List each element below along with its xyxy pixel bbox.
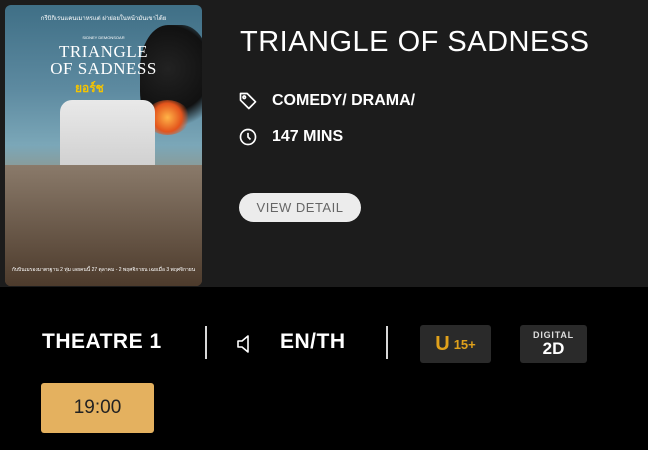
language-label: EN/TH (280, 330, 346, 353)
rating-badge: U 15+ (420, 325, 491, 363)
tag-icon (239, 92, 257, 110)
runtime-label: 147 MINS (272, 128, 344, 145)
showtime-button[interactable]: 19:00 (41, 383, 154, 433)
clock-icon (239, 128, 257, 146)
movie-card: กรีบิกิเรนแคนเมาหรแต่ ผ่าย่อยในหน้ามันเข… (0, 0, 648, 287)
divider (386, 326, 388, 359)
poster-title-line1: TRIANGLE (59, 42, 148, 61)
poster-yacht (60, 100, 155, 170)
poster-title: TRIANGLE OF SADNESS (5, 43, 202, 77)
genre-row: COMEDY/ DRAMA/ (238, 91, 415, 111)
poster-credit: SIDNEY DEMONSOAR (82, 35, 125, 40)
movie-poster[interactable]: กรีบิกิเรนแคนเมาหรแต่ ผ่าย่อยในหน้ามันเข… (5, 5, 202, 286)
genre-label: COMEDY/ DRAMA/ (272, 92, 416, 109)
format-dimension: 2D (542, 339, 565, 358)
poster-tagline: กรีบิกิเรนแคนเมาหรแต่ ผ่าย่อยในหน้ามันเข… (40, 16, 167, 22)
rating-age: 15+ (453, 336, 476, 352)
format-badge: DIGITAL 2D (520, 325, 587, 363)
poster-title-line2: OF SADNESS (50, 59, 157, 78)
runtime-row: 147 MINS (238, 127, 343, 147)
rating-letter: U (435, 332, 450, 355)
divider (205, 326, 207, 359)
theatre-label: THEATRE 1 (42, 330, 162, 353)
poster-thai-title: ยอร์ช (75, 81, 104, 95)
speaker-icon (237, 335, 249, 353)
poster-bottom-text: กับบินเมรองมาตรฐาน 2 ทุ่ม เลยคนนี้ 27 ตุ… (11, 267, 196, 273)
view-detail-button[interactable]: VIEW DETAIL (239, 193, 361, 222)
movie-title: TRIANGLE OF SADNESS (240, 26, 590, 58)
